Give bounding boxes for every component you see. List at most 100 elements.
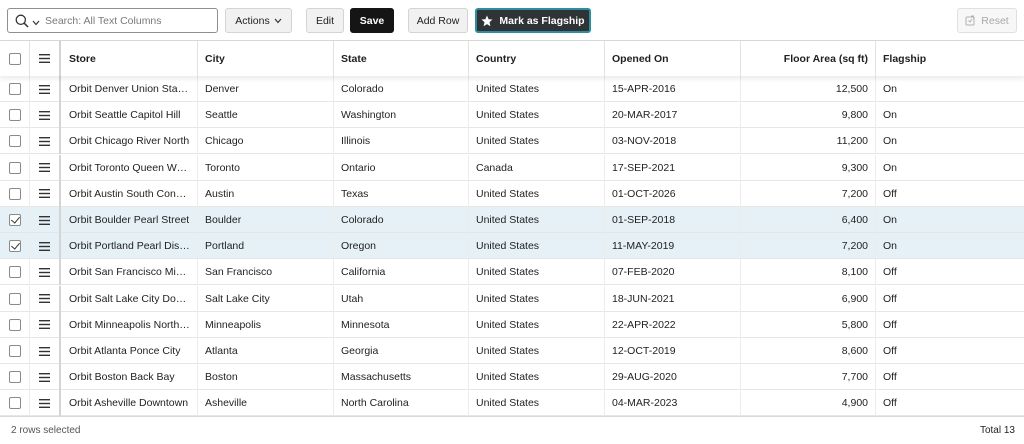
cell-floor-area[interactable]: 9,300 — [741, 154, 876, 181]
cell-floor-area[interactable]: 6,900 — [741, 285, 876, 312]
cell-city[interactable]: Minneapolis — [198, 311, 334, 338]
row-checkbox[interactable] — [8, 135, 21, 148]
search-input[interactable] — [45, 12, 213, 29]
column-header-opened-on[interactable]: Opened On — [605, 41, 741, 76]
cell-country[interactable]: United States — [469, 259, 605, 286]
cell-country[interactable]: United States — [469, 180, 605, 207]
cell-store[interactable]: Orbit Asheville Downtown — [62, 390, 198, 417]
cell-country[interactable]: United States — [469, 364, 605, 391]
save-button[interactable]: Save — [350, 8, 394, 33]
cell-opened-on[interactable]: 12-OCT-2019 — [605, 338, 741, 364]
cell-flagship[interactable]: On — [876, 128, 1024, 154]
cell-opened-on[interactable]: 22-APR-2022 — [605, 311, 741, 338]
cell-country[interactable]: United States — [469, 76, 605, 102]
cell-flagship[interactable]: Off — [876, 259, 1024, 285]
cell-state[interactable]: Illinois — [334, 128, 469, 155]
cell-store[interactable]: Orbit Austin South Congress — [62, 180, 198, 207]
table-row[interactable]: Orbit Asheville Downtown Asheville North C… — [0, 390, 1024, 417]
cell-floor-area[interactable]: 5,800 — [741, 311, 876, 338]
cell-opened-on[interactable]: 15-APR-2016 — [605, 76, 741, 102]
cell-country[interactable]: United States — [469, 207, 605, 233]
cell-state[interactable]: Texas — [334, 180, 469, 207]
hamburger-icon[interactable] — [39, 215, 50, 225]
hamburger-icon[interactable] — [39, 136, 50, 146]
cell-city[interactable]: San Francisco — [198, 259, 334, 286]
hamburger-icon[interactable] — [39, 84, 50, 94]
cell-store[interactable]: Orbit Boston Back Bay — [62, 364, 198, 391]
table-row[interactable]: Orbit Salt Lake City Downtown Salt Lake C… — [0, 285, 1024, 312]
cell-state[interactable]: Oregon — [334, 233, 469, 260]
column-header-city[interactable]: City — [198, 41, 334, 76]
cell-flagship[interactable]: Off — [876, 286, 1024, 312]
cell-country[interactable]: Canada — [469, 154, 605, 181]
cell-opened-on[interactable]: 11-MAY-2019 — [605, 233, 741, 260]
column-header-state[interactable]: State — [334, 41, 469, 76]
mark-as-flagship-button[interactable]: Mark as Flagship — [475, 8, 591, 33]
cell-city[interactable]: Chicago — [198, 128, 334, 155]
column-header-store[interactable]: Store — [62, 41, 198, 76]
cell-floor-area[interactable]: 8,100 — [741, 259, 876, 286]
cell-floor-area[interactable]: 4,900 — [741, 390, 876, 417]
cell-floor-area[interactable]: 7,700 — [741, 364, 876, 391]
cell-floor-area[interactable]: 7,200 — [741, 180, 876, 207]
cell-city[interactable]: Austin — [198, 180, 334, 207]
row-checkbox[interactable] — [8, 240, 21, 253]
row-checkbox[interactable] — [8, 397, 21, 410]
hamburger-icon[interactable] — [39, 320, 50, 330]
cell-state[interactable]: Utah — [334, 285, 469, 312]
cell-city[interactable]: Boulder — [198, 207, 334, 233]
cell-opened-on[interactable]: 01-SEP-2018 — [605, 207, 741, 233]
cell-city[interactable]: Salt Lake City — [198, 285, 334, 312]
cell-state[interactable]: Colorado — [334, 207, 469, 233]
cell-store[interactable]: Orbit Denver Union Station — [62, 76, 198, 102]
table-row[interactable]: Orbit Austin South Congress Austin Texas Un… — [0, 180, 1024, 207]
cell-state[interactable]: California — [334, 259, 469, 286]
cell-flagship[interactable]: On — [876, 233, 1024, 259]
cell-store[interactable]: Orbit San Francisco Mission — [62, 259, 198, 286]
table-row[interactable]: Orbit Seattle Capitol Hill Seattle Washing… — [0, 102, 1024, 129]
hamburger-icon[interactable] — [39, 54, 50, 63]
cell-opened-on[interactable]: 03-NOV-2018 — [605, 128, 741, 155]
cell-flagship[interactable]: On — [876, 76, 1024, 102]
cell-opened-on[interactable]: 20-MAR-2017 — [605, 102, 741, 129]
cell-opened-on[interactable]: 18-JUN-2021 — [605, 285, 741, 312]
cell-store[interactable]: Orbit Salt Lake City Downtown — [62, 285, 198, 312]
cell-floor-area[interactable]: 6,400 — [741, 207, 876, 233]
cell-city[interactable]: Asheville — [198, 390, 334, 417]
select-all-checkbox[interactable] — [8, 52, 21, 65]
table-row[interactable]: Orbit Boston Back Bay Boston Massachusetts… — [0, 364, 1024, 391]
cell-floor-area[interactable]: 9,800 — [741, 102, 876, 129]
cell-flagship[interactable]: On — [876, 155, 1024, 181]
cell-state[interactable]: Minnesota — [334, 311, 469, 338]
cell-city[interactable]: Boston — [198, 364, 334, 391]
cell-opened-on[interactable]: 17-SEP-2021 — [605, 154, 741, 181]
hamburger-icon[interactable] — [39, 241, 50, 251]
column-header-country[interactable]: Country — [469, 41, 605, 76]
table-row[interactable]: Orbit Portland Pearl District Portland Ore… — [0, 233, 1024, 260]
row-checkbox[interactable] — [8, 161, 21, 174]
cell-floor-area[interactable]: 8,600 — [741, 338, 876, 364]
chevron-down-icon[interactable] — [32, 17, 40, 29]
cell-floor-area[interactable]: 11,200 — [741, 128, 876, 155]
row-checkbox[interactable] — [8, 318, 21, 331]
search-field[interactable] — [7, 8, 218, 33]
cell-opened-on[interactable]: 04-MAR-2023 — [605, 390, 741, 417]
add-row-button[interactable]: Add Row — [408, 8, 468, 33]
cell-city[interactable]: Atlanta — [198, 338, 334, 364]
cell-country[interactable]: United States — [469, 311, 605, 338]
cell-flagship[interactable]: Off — [876, 312, 1024, 338]
cell-state[interactable]: Colorado — [334, 76, 469, 102]
cell-city[interactable]: Toronto — [198, 154, 334, 181]
cell-country[interactable]: United States — [469, 128, 605, 155]
table-row[interactable]: Orbit Denver Union Station Denver Colorado… — [0, 76, 1024, 102]
row-checkbox[interactable] — [8, 292, 21, 305]
cell-country[interactable]: United States — [469, 285, 605, 312]
row-checkbox[interactable] — [8, 109, 21, 122]
cell-country[interactable]: United States — [469, 390, 605, 417]
row-checkbox[interactable] — [8, 214, 21, 226]
table-row[interactable]: Orbit Minneapolis North Loop Minneapolis M… — [0, 311, 1024, 338]
cell-state[interactable]: Ontario — [334, 154, 469, 181]
cell-country[interactable]: United States — [469, 233, 605, 260]
cell-country[interactable]: United States — [469, 338, 605, 364]
cell-flagship[interactable]: Off — [876, 390, 1024, 416]
